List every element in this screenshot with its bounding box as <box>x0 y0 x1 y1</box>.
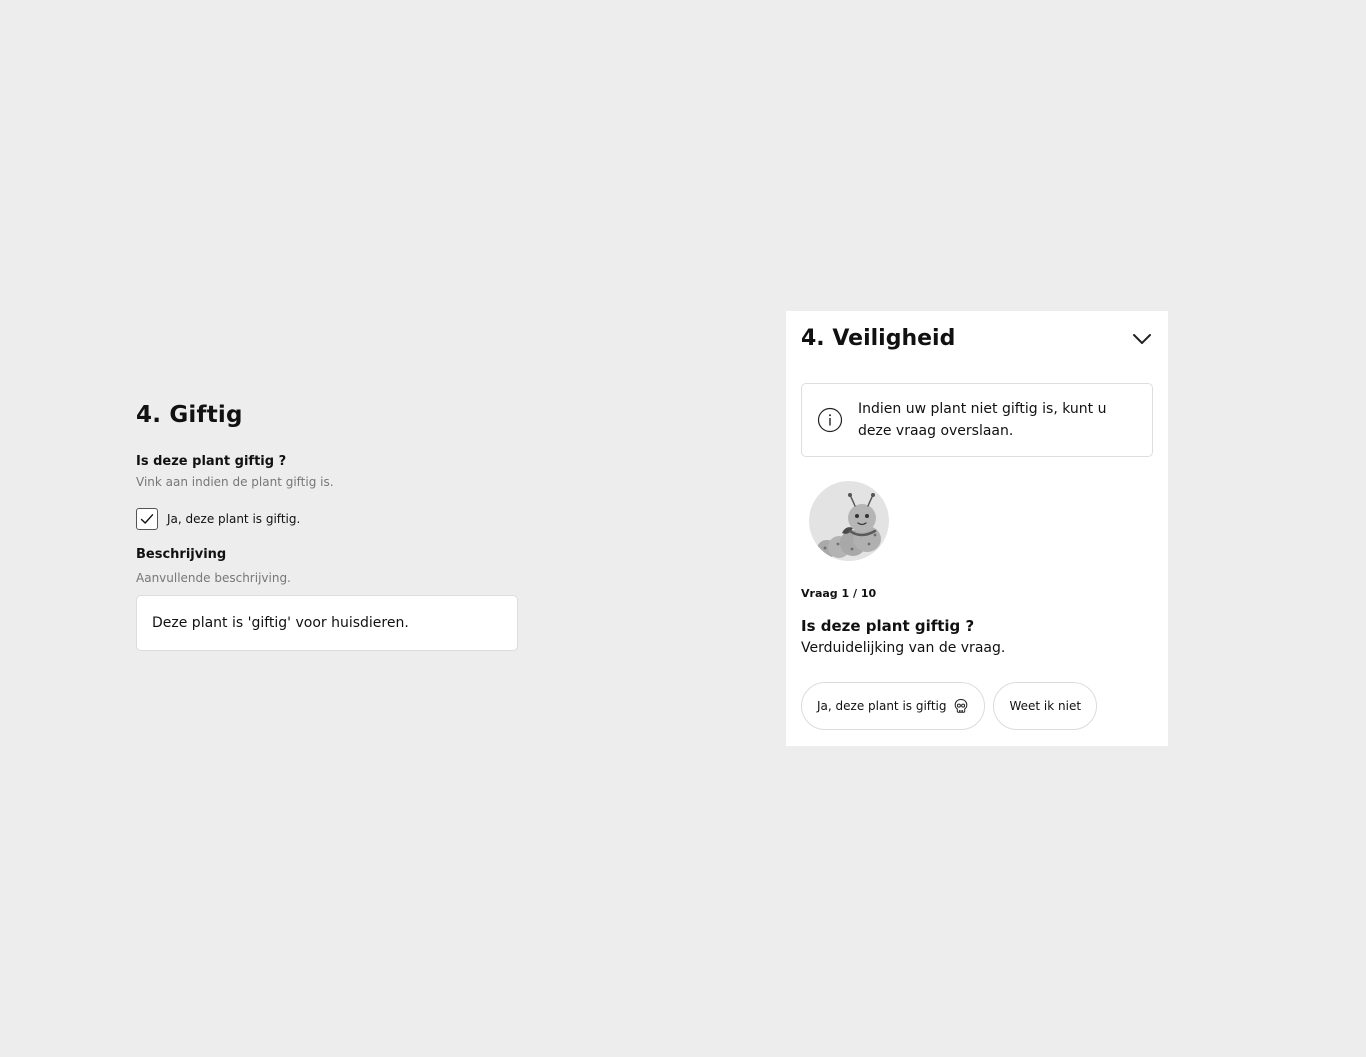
answer-yes-toxic-label: Ja, deze plant is giftig <box>817 699 947 713</box>
veiligheid-panel: 4. Veiligheid Indien uw plant niet gifti… <box>786 311 1168 746</box>
answer-options: Ja, deze plant is giftig Weet ik niet <box>801 682 1153 730</box>
skull-icon <box>955 698 968 713</box>
chevron-down-icon[interactable] <box>1131 328 1153 350</box>
info-icon <box>817 407 843 433</box>
panel-header[interactable]: 4. Veiligheid <box>801 311 1153 366</box>
question-title: Is deze plant giftig ? <box>801 617 975 635</box>
giftig-form: 4. Giftig Is deze plant giftig ? Vink aa… <box>136 400 518 651</box>
caterpillar-mascot-avatar <box>809 481 889 561</box>
question-label: Is deze plant giftig ? <box>136 454 287 469</box>
panel-title: 4. Veiligheid <box>801 326 956 351</box>
toxic-checkbox-label[interactable]: Ja, deze plant is giftig. <box>167 512 300 526</box>
section-title: 4. Giftig <box>136 402 243 428</box>
answer-yes-toxic-button[interactable]: Ja, deze plant is giftig <box>801 682 986 730</box>
info-text: Indien uw plant niet giftig is, kunt u d… <box>858 401 1107 439</box>
question-help-text: Vink aan indien de plant giftig is. <box>136 475 334 489</box>
description-help-text: Aanvullende beschrijving. <box>136 571 291 585</box>
answer-unknown-button[interactable]: Weet ik niet <box>993 682 1098 730</box>
description-label: Beschrijving <box>136 547 227 562</box>
info-notice: Indien uw plant niet giftig is, kunt u d… <box>801 383 1153 457</box>
description-input[interactable]: Deze plant is 'giftig' voor huisdieren. <box>136 595 518 651</box>
question-counter: Vraag 1 / 10 <box>801 587 877 600</box>
toxic-checkbox-row[interactable]: Ja, deze plant is giftig. <box>136 507 518 531</box>
checkmark-icon <box>140 514 154 524</box>
question-clarification: Verduidelijking van de vraag. <box>801 640 1006 656</box>
answer-unknown-label: Weet ik niet <box>1009 699 1082 713</box>
toxic-checkbox[interactable] <box>136 508 158 530</box>
